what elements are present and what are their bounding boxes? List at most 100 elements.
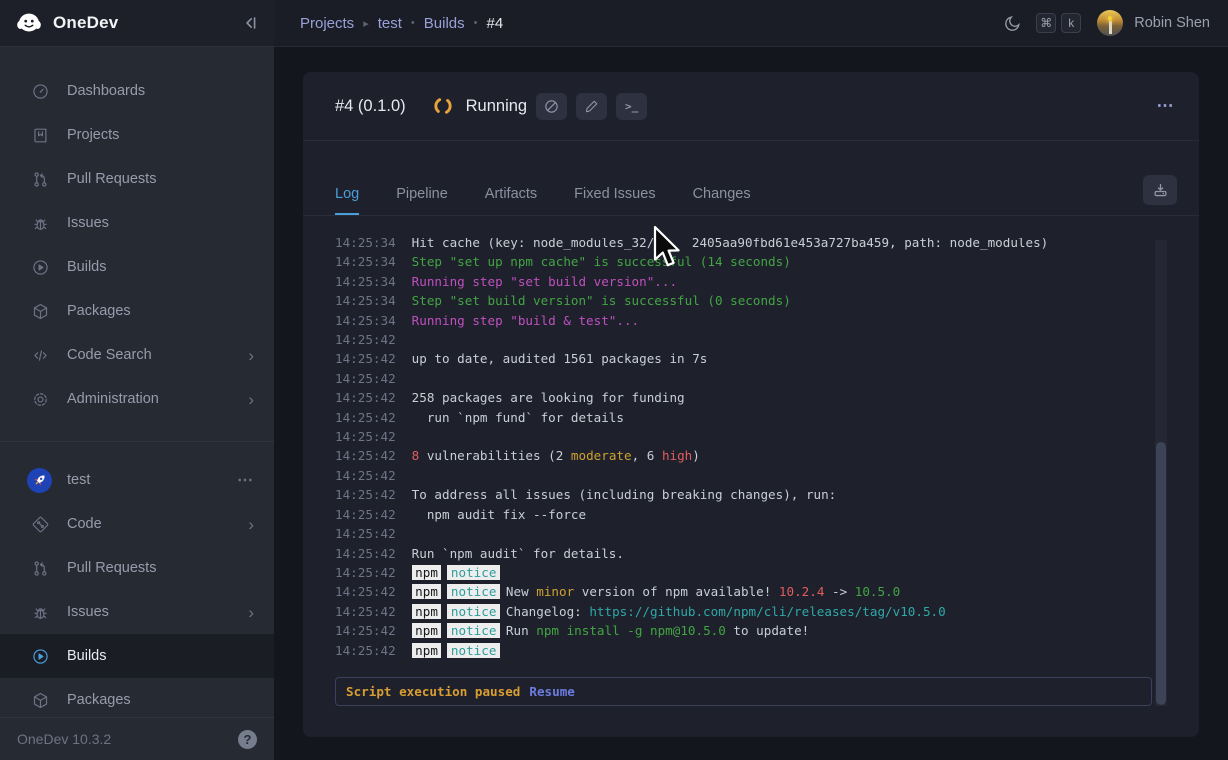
tab-artifacts[interactable]: Artifacts xyxy=(485,186,537,215)
log-line: 14:25:34Step "set build version" is succ… xyxy=(335,291,1199,310)
play-circle-icon xyxy=(30,257,50,277)
log-text: moderate xyxy=(571,448,632,463)
help-icon[interactable]: ? xyxy=(238,730,257,749)
bug-icon xyxy=(30,213,50,233)
log-timestamp: 14:25:42 xyxy=(335,546,396,561)
log-text: Running step "build & test"... xyxy=(412,313,639,328)
log-text: Run xyxy=(506,623,536,638)
project-avatar-rocket-icon xyxy=(27,468,52,493)
sidebar-item-pull-requests[interactable]: Pull Requests xyxy=(0,157,274,201)
log-text: , 6 xyxy=(632,448,662,463)
log-line: 14:25:428 vulnerabilities (2 moderate, 6… xyxy=(335,446,1199,465)
sidebar-item-projects[interactable]: Projects xyxy=(0,113,274,157)
sidebar-item-label: Builds xyxy=(67,259,107,275)
log-text: To address all issues (including breakin… xyxy=(412,487,837,502)
shortcut-keys: ⌘k xyxy=(1036,13,1081,33)
sidebar-item-issues[interactable]: Issues xyxy=(0,201,274,245)
shortcut-key-k[interactable]: k xyxy=(1061,13,1081,33)
sidebar-item-dashboards[interactable]: Dashboards xyxy=(0,69,274,113)
shortcut-key--[interactable]: ⌘ xyxy=(1036,13,1056,33)
breadcrumb-item--4: #4 xyxy=(486,15,503,32)
sidebar-item-builds[interactable]: Builds xyxy=(0,245,274,289)
notice-badge: notice xyxy=(447,643,500,658)
build-log[interactable]: 14:25:34 Hit cache (key: node_modules_32/… xyxy=(335,238,1199,669)
log-text: 10.2.4 xyxy=(779,584,825,599)
notice-badge: notice xyxy=(447,565,500,580)
log-text: minor xyxy=(536,584,574,599)
npm-badge: npm xyxy=(412,584,442,599)
sidebar-item-packages[interactable]: Packages xyxy=(0,289,274,333)
sidebar-item-code-search[interactable]: Code Search› xyxy=(0,333,274,377)
sidebar-collapse-icon[interactable] xyxy=(240,13,260,33)
download-icon xyxy=(1151,181,1170,200)
breadcrumb: Projects▸test•Builds•#4 xyxy=(300,15,503,32)
breadcrumb-separator: • xyxy=(474,17,478,29)
sidebar-item-label: Issues xyxy=(67,604,109,620)
log-text: Hit cache (key: node_modules_32/9 xyxy=(412,238,662,250)
cancel-icon xyxy=(543,98,560,115)
log-timestamp: 14:25:42 xyxy=(335,643,396,658)
sidebar-item-pull-requests[interactable]: Pull Requests xyxy=(0,546,274,590)
cancel-build-button[interactable] xyxy=(536,93,567,120)
sidebar-project-row[interactable]: test ⋯ xyxy=(0,458,274,502)
sidebar-item-issues[interactable]: Issues› xyxy=(0,590,274,634)
dark-mode-moon-icon[interactable] xyxy=(1003,14,1022,33)
sidebar-item-code[interactable]: Code› xyxy=(0,502,274,546)
log-timestamp: 14:25:42 xyxy=(335,584,396,599)
project-name: test xyxy=(67,472,90,488)
resume-link[interactable]: Resume xyxy=(529,684,575,699)
log-scrollbar-thumb[interactable] xyxy=(1156,442,1166,705)
log-text: Run `npm audit` for details. xyxy=(412,546,624,561)
sidebar: OneDev DashboardsProjectsPull RequestsIs… xyxy=(0,0,274,760)
log-line: 14:25:42 xyxy=(335,524,1199,543)
topbar-right: ⌘k Robin Shen xyxy=(1003,10,1210,36)
log-timestamp: 14:25:34 xyxy=(335,313,396,328)
log-timestamp: 14:25:42 xyxy=(335,604,396,619)
sidebar-header: OneDev xyxy=(0,0,274,47)
log-timestamp: 14:25:42 xyxy=(335,390,396,405)
notice-badge: notice xyxy=(447,584,500,599)
project-more-icon[interactable]: ⋯ xyxy=(237,470,254,490)
breadcrumb-item-test[interactable]: test xyxy=(378,15,402,32)
sidebar-divider xyxy=(0,441,274,442)
tab-pipeline[interactable]: Pipeline xyxy=(396,186,448,215)
notice-badge: notice xyxy=(447,623,500,638)
bug-icon xyxy=(30,602,50,622)
breadcrumb-item-projects[interactable]: Projects xyxy=(300,15,354,32)
download-log-button[interactable] xyxy=(1143,175,1177,205)
tab-changes[interactable]: Changes xyxy=(693,186,751,215)
sidebar-item-packages[interactable]: Packages xyxy=(0,678,274,722)
notice-badge: notice xyxy=(447,604,500,619)
tab-log[interactable]: Log xyxy=(335,186,359,215)
log-text: https://github.com/npm/cli/releases/tag/… xyxy=(589,604,945,619)
build-tabs: Log Pipeline Artifacts Fixed Issues Changes xyxy=(303,141,1199,216)
web-terminal-button[interactable]: >_ xyxy=(616,93,647,120)
log-line: 14:25:34 Running step "build & test"... xyxy=(335,311,1199,330)
log-text: Changelog: xyxy=(506,604,589,619)
book-icon xyxy=(30,125,50,145)
npm-badge: npm xyxy=(412,565,442,580)
edit-build-button[interactable] xyxy=(576,93,607,120)
log-timestamp: 14:25:42 xyxy=(335,429,396,444)
running-spinner-icon xyxy=(432,95,454,117)
pencil-icon xyxy=(584,98,600,114)
git-icon xyxy=(30,514,50,534)
sidebar-item-builds[interactable]: Builds xyxy=(0,634,274,678)
sidebar-item-administration[interactable]: Administration› xyxy=(0,377,274,421)
user-avatar[interactable] xyxy=(1097,10,1123,36)
chevron-right-icon: › xyxy=(248,516,254,533)
log-timestamp: 14:25:34 xyxy=(335,274,396,289)
paused-message: Script execution paused xyxy=(346,684,520,699)
log-timestamp: 14:25:42 xyxy=(335,565,396,580)
log-line: 14:25:42To address all issues (including… xyxy=(335,485,1199,504)
tab-fixed-issues[interactable]: Fixed Issues xyxy=(574,186,655,215)
paused-bar: Script execution paused Resume xyxy=(335,677,1152,706)
more-options-icon[interactable]: ⋯ xyxy=(1157,96,1176,116)
log-line: 14:25:42258 packages are looking for fun… xyxy=(335,388,1199,407)
build-card: #4 (0.1.0) Running >_ ⋯ LogPipelineArtif… xyxy=(303,72,1199,737)
log-text: npm audit fix --force xyxy=(412,507,586,522)
log-text: vulnerabilities (2 xyxy=(419,448,571,463)
log-timestamp: 14:25:42 xyxy=(335,410,396,425)
user-name[interactable]: Robin Shen xyxy=(1134,15,1210,31)
breadcrumb-item-builds[interactable]: Builds xyxy=(424,15,465,32)
